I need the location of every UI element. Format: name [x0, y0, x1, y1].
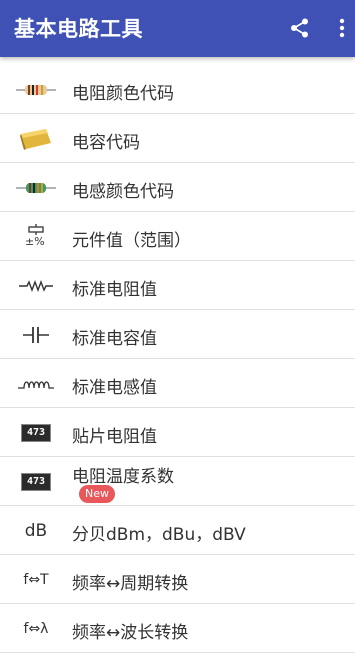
new-badge: New: [79, 485, 115, 503]
list-item-decibel[interactable]: dB 分贝dBm，dBu，dBV: [0, 506, 355, 555]
list-item-smd-resistor[interactable]: 473 贴片电阻值: [0, 408, 355, 457]
tolerance-text: ±%: [25, 234, 45, 248]
list-item-capacitor-code[interactable]: 电容代码: [0, 114, 355, 163]
decibel-icon-text: dB: [24, 520, 48, 541]
smd-chip-text: 473: [21, 472, 51, 491]
inductor-color-icon: [16, 163, 56, 212]
tool-list: 电阻颜色代码 电容代码 电感颜色代码 ±% 元件值（范围） 标准电阻值 标准电容…: [0, 65, 355, 653]
list-item-resistor-color-code[interactable]: 电阻颜色代码: [0, 65, 355, 114]
frequency-wavelength-icon: f⇔λ: [16, 604, 56, 653]
capacitor-symbol-icon: [16, 310, 56, 359]
list-item-resistor-temp-coefficient[interactable]: 473 电阻温度系数 New: [0, 457, 355, 506]
list-item-label: 标准电感值: [72, 378, 157, 398]
list-item-label: 电容代码: [72, 133, 140, 153]
list-item-label: 电阻温度系数: [72, 467, 174, 487]
list-item-standard-inductor[interactable]: 标准电感值: [0, 359, 355, 408]
decibel-icon: dB: [16, 506, 56, 555]
frequency-period-icon-text: f⇔T: [23, 571, 49, 588]
frequency-wavelength-icon-text: f⇔λ: [23, 620, 49, 637]
resistor-symbol-icon: [16, 261, 56, 310]
list-item-label: 频率↔波长转换: [72, 623, 189, 643]
smd-resistor-icon: 473: [16, 457, 56, 506]
list-item-label: 标准电容值: [72, 329, 157, 349]
list-item-label: 元件值（范围）: [72, 231, 191, 251]
app-title: 基本电路工具: [14, 17, 143, 41]
list-item-frequency-wavelength[interactable]: f⇔λ 频率↔波长转换: [0, 604, 355, 653]
smd-chip-text: 473: [21, 423, 51, 442]
list-item-label: 分贝dBm，dBu，dBV: [72, 525, 246, 545]
list-item-component-range[interactable]: ±% 元件值（范围）: [0, 212, 355, 261]
list-item-label: 频率↔周期转换: [72, 574, 189, 594]
list-item-standard-resistor[interactable]: 标准电阻值: [0, 261, 355, 310]
app-bar: 基本电路工具: [0, 0, 355, 57]
list-item-label: 电感颜色代码: [72, 182, 174, 202]
list-item-frequency-period[interactable]: f⇔T 频率↔周期转换: [0, 555, 355, 604]
resistor-color-icon: [16, 65, 56, 114]
frequency-period-icon: f⇔T: [16, 555, 56, 604]
list-item-standard-capacitor[interactable]: 标准电容值: [0, 310, 355, 359]
inductor-symbol-icon: [16, 359, 56, 408]
list-item-label: 贴片电阻值: [72, 427, 157, 447]
list-item-label: 电阻颜色代码: [72, 84, 174, 104]
capacitor-chip-icon: [16, 114, 56, 163]
list-item-label: 标准电阻值: [72, 280, 157, 300]
list-item-inductor-color-code[interactable]: 电感颜色代码: [0, 163, 355, 212]
share-icon[interactable]: [289, 17, 311, 39]
more-vert-icon[interactable]: [333, 17, 351, 39]
smd-resistor-icon: 473: [16, 408, 56, 457]
tolerance-icon: ±%: [16, 212, 56, 261]
